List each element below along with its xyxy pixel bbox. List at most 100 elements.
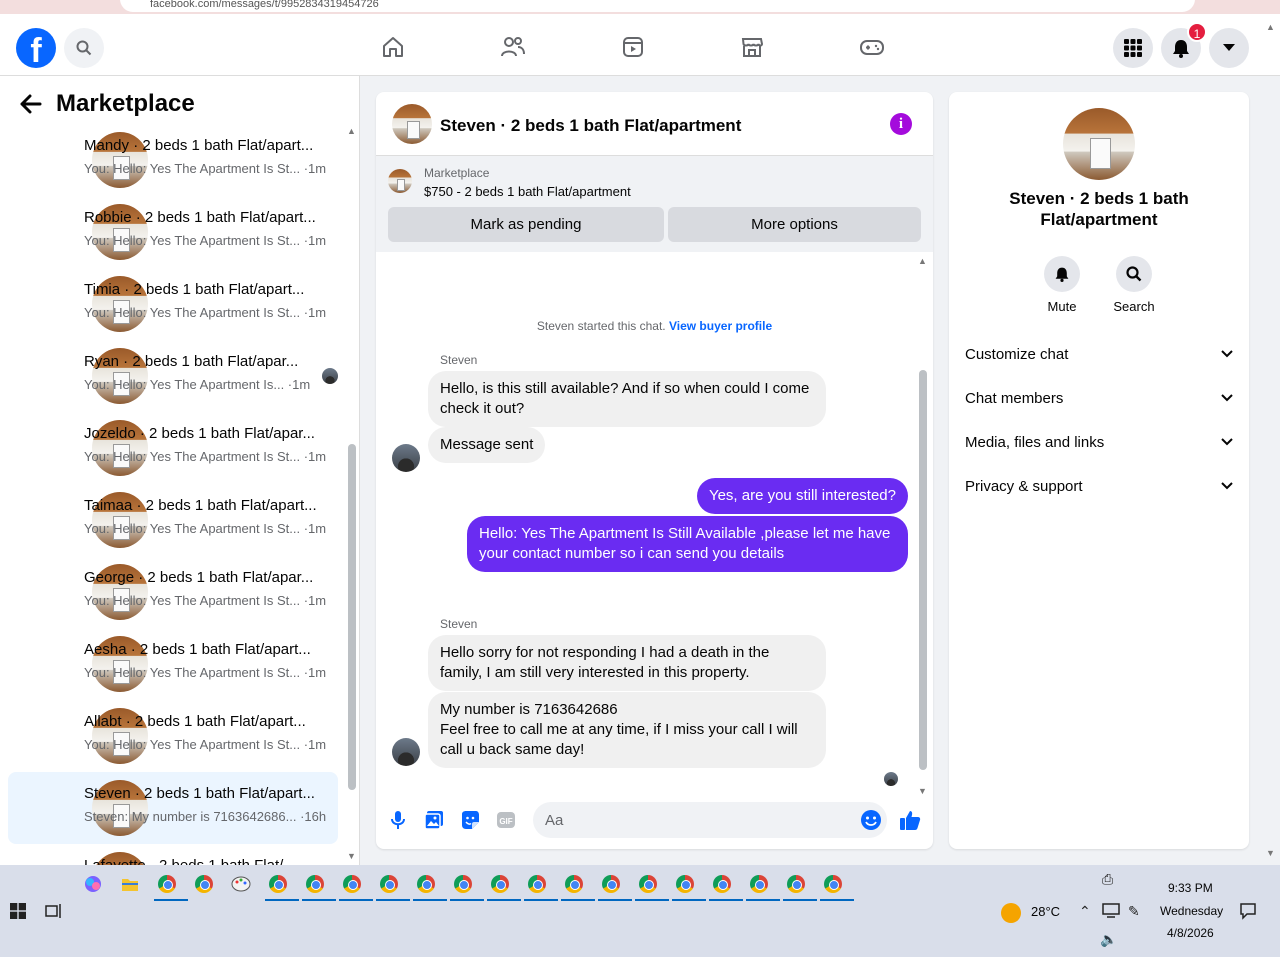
view-buyer-profile-link[interactable]: View buyer profile bbox=[669, 319, 772, 333]
info-section-row[interactable]: Media, files and links bbox=[965, 420, 1233, 464]
info-section-row[interactable]: Customize chat bbox=[965, 332, 1233, 376]
chat-avatar[interactable] bbox=[392, 104, 432, 144]
meet-now-icon[interactable]: ⎙ bbox=[1102, 871, 1113, 888]
clock-time[interactable]: 9:33 PM bbox=[1168, 881, 1213, 895]
incoming-message[interactable]: My number is 7163642686 Feel free to cal… bbox=[428, 692, 826, 768]
volume-icon[interactable]: 🔈 bbox=[1100, 931, 1117, 948]
sender-avatar[interactable] bbox=[392, 738, 420, 766]
chrome-icon[interactable] bbox=[746, 871, 780, 901]
conversation-item[interactable]: Steven · 2 beds 1 bath Flat/apart... Stev… bbox=[8, 772, 338, 844]
pen-icon[interactable]: ✎ bbox=[1128, 903, 1140, 920]
browser-toolbar: facebook.com/messages/t/9952834319454726 bbox=[0, 0, 1280, 14]
address-bar[interactable]: facebook.com/messages/t/9952834319454726 bbox=[120, 0, 1195, 12]
chat-title[interactable]: Steven · 2 beds 1 bath Flat/apartment bbox=[440, 116, 741, 136]
incoming-message[interactable]: Hello, is this still available? And if s… bbox=[428, 371, 826, 427]
chrome-icon[interactable] bbox=[413, 871, 447, 901]
account-button[interactable] bbox=[1209, 28, 1249, 68]
outgoing-message[interactable]: Hello: Yes The Apartment Is Still Availa… bbox=[467, 516, 908, 572]
chrome-icon[interactable] bbox=[450, 871, 484, 901]
back-arrow-icon[interactable] bbox=[20, 94, 42, 114]
conversation-item[interactable]: Jozeldo · 2 beds 1 bath Flat/apar... You:… bbox=[8, 412, 338, 484]
task-view-icon[interactable] bbox=[45, 903, 63, 919]
thread-scroll-up-arrow[interactable]: ▲ bbox=[918, 256, 927, 266]
conversation-item[interactable]: Robbie · 2 beds 1 bath Flat/apart... You:… bbox=[8, 196, 338, 268]
weather-temperature[interactable]: 28°C bbox=[1031, 904, 1060, 919]
sender-avatar[interactable] bbox=[392, 444, 420, 472]
conversation-item[interactable]: Mandy · 2 beds 1 bath Flat/apart... You: … bbox=[8, 124, 338, 196]
gif-button[interactable]: GIF bbox=[494, 808, 518, 832]
facebook-logo[interactable]: f bbox=[16, 28, 56, 68]
conversation-item[interactable]: Allabt · 2 beds 1 bath Flat/apart... You:… bbox=[8, 700, 338, 772]
conversation-item[interactable]: Taimaa · 2 beds 1 bath Flat/apart... You:… bbox=[8, 484, 338, 556]
chrome-icon[interactable] bbox=[709, 871, 743, 901]
more-options-button[interactable]: More options bbox=[668, 207, 921, 242]
emoji-button[interactable] bbox=[859, 808, 883, 832]
network-icon[interactable] bbox=[1102, 903, 1120, 919]
listing-title[interactable]: $750 - 2 beds 1 bath Flat/apartment bbox=[424, 184, 631, 199]
attach-media-button[interactable] bbox=[422, 808, 446, 832]
chrome-icon[interactable] bbox=[487, 871, 521, 901]
conversation-item[interactable]: George · 2 beds 1 bath Flat/apar... You: … bbox=[8, 556, 338, 628]
chrome-icon[interactable] bbox=[191, 871, 217, 897]
notification-center-icon[interactable] bbox=[1239, 902, 1257, 920]
chrome-icon[interactable] bbox=[265, 871, 299, 901]
copilot-icon[interactable] bbox=[80, 871, 106, 897]
show-hidden-icons-chevron-icon[interactable]: ⌃ bbox=[1079, 903, 1091, 920]
file-explorer-icon[interactable] bbox=[117, 871, 143, 897]
chrome-icon[interactable] bbox=[672, 871, 706, 901]
conversation-item[interactable]: Timia · 2 beds 1 bath Flat/apart... You: … bbox=[8, 268, 338, 340]
chrome-icon[interactable] bbox=[783, 871, 817, 901]
marketplace-tab[interactable] bbox=[737, 32, 767, 62]
chrome-icon[interactable] bbox=[154, 871, 188, 901]
scroll-down-arrow[interactable]: ▼ bbox=[347, 851, 356, 861]
menu-button[interactable] bbox=[1113, 28, 1153, 68]
search-button[interactable] bbox=[64, 28, 104, 68]
friends-tab[interactable] bbox=[498, 32, 528, 62]
page-scroll-up-arrow[interactable]: ▲ bbox=[1266, 22, 1275, 32]
chrome-icon[interactable] bbox=[561, 871, 595, 901]
info-section-row[interactable]: Chat members bbox=[965, 376, 1233, 420]
info-avatar[interactable] bbox=[1063, 108, 1135, 180]
chrome-icon[interactable] bbox=[302, 871, 336, 901]
notifications-button[interactable]: 1 bbox=[1161, 22, 1207, 68]
conversation-item[interactable]: Lafayette · 2 beds 1 bath Flat/... bbox=[8, 844, 338, 865]
mark-as-pending-button[interactable]: Mark as pending bbox=[388, 207, 664, 242]
clock-day[interactable]: Wednesday bbox=[1160, 904, 1223, 918]
page-scroll-down-arrow[interactable]: ▼ bbox=[1266, 848, 1275, 858]
chrome-icon[interactable] bbox=[635, 871, 669, 901]
mute-circle[interactable] bbox=[1044, 256, 1080, 292]
chrome-logo bbox=[417, 875, 435, 893]
voice-clip-button[interactable] bbox=[386, 808, 410, 832]
thread-scroll-thumb[interactable] bbox=[919, 370, 927, 770]
info-icon[interactable]: i bbox=[890, 113, 912, 135]
like-button[interactable] bbox=[898, 808, 922, 832]
search-in-conversation-button[interactable]: Search bbox=[1104, 256, 1164, 314]
chrome-icon[interactable] bbox=[820, 871, 854, 901]
chrome-icon[interactable] bbox=[524, 871, 558, 901]
home-tab[interactable] bbox=[378, 32, 408, 62]
message-input[interactable] bbox=[533, 802, 887, 838]
mute-button[interactable]: Mute bbox=[1032, 256, 1092, 314]
search-icon bbox=[1126, 266, 1142, 282]
listing-thumbnail[interactable] bbox=[388, 169, 412, 193]
weather-sun-icon[interactable] bbox=[1001, 903, 1021, 923]
address-bar-url[interactable]: facebook.com/messages/t/9952834319454726 bbox=[150, 0, 379, 10]
sidebar-scroll-thumb[interactable] bbox=[348, 444, 356, 790]
chrome-icon[interactable] bbox=[598, 871, 632, 901]
scroll-up-arrow[interactable]: ▲ bbox=[347, 126, 356, 136]
chrome-icon[interactable] bbox=[339, 871, 373, 901]
conversation-item[interactable]: Aesha · 2 beds 1 bath Flat/apart... You: … bbox=[8, 628, 338, 700]
clock-date[interactable]: 4/8/2026 bbox=[1167, 926, 1214, 940]
gaming-tab[interactable] bbox=[857, 32, 887, 62]
incoming-message[interactable]: Hello sorry for not responding I had a d… bbox=[428, 635, 826, 691]
search-circle[interactable] bbox=[1116, 256, 1152, 292]
conversation-item[interactable]: Ryan · 2 beds 1 bath Flat/apar... You: He… bbox=[8, 340, 338, 412]
outgoing-message[interactable]: Yes, are you still interested? bbox=[696, 478, 908, 514]
incoming-message[interactable]: Message sent bbox=[428, 427, 546, 463]
paint-icon[interactable] bbox=[228, 871, 254, 897]
windows-start-icon[interactable] bbox=[10, 903, 26, 919]
sticker-button[interactable] bbox=[458, 808, 482, 832]
info-section-row[interactable]: Privacy & support bbox=[965, 464, 1233, 508]
video-tab[interactable] bbox=[618, 32, 648, 62]
chrome-icon[interactable] bbox=[376, 871, 410, 901]
